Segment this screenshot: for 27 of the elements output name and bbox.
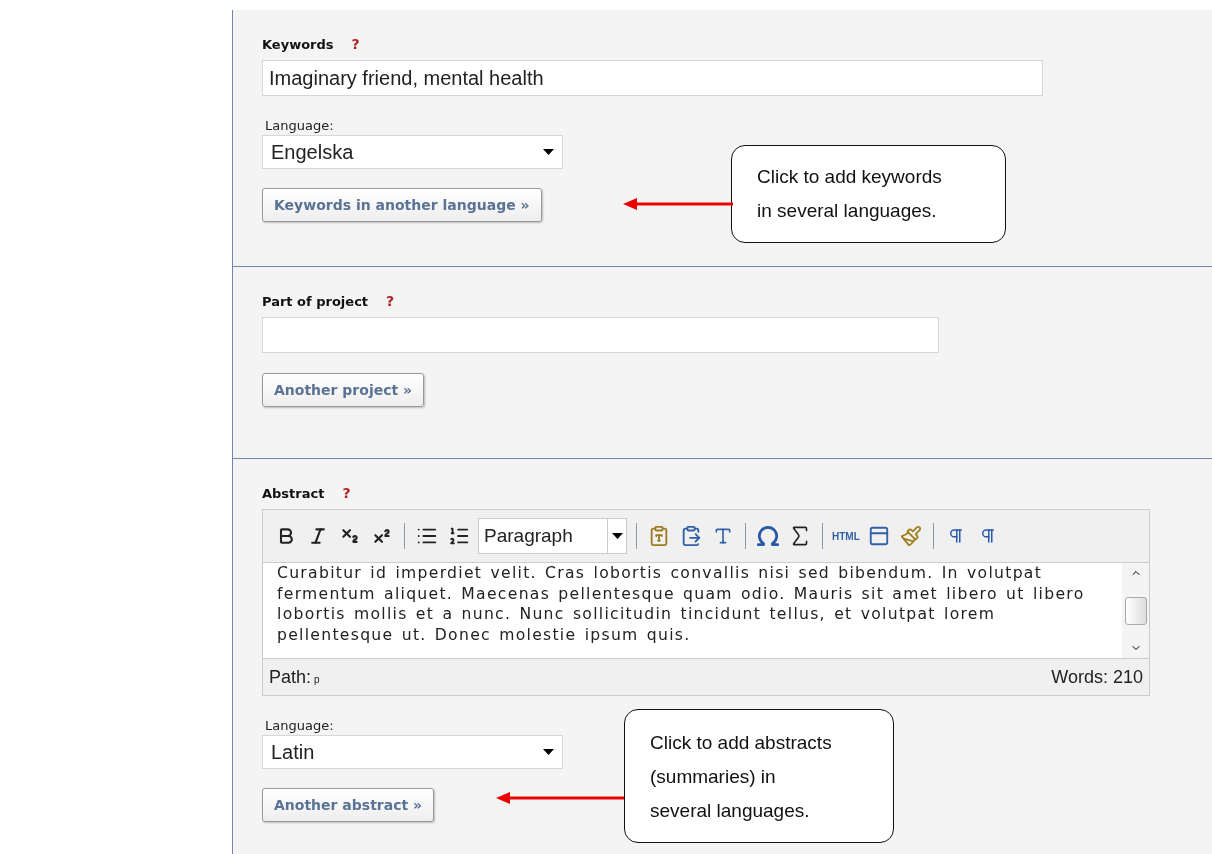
word-count: Words: 210 (1051, 666, 1143, 688)
field-label: Part of project (262, 293, 369, 309)
help-link[interactable]: ? (386, 293, 395, 309)
scroll-thumb[interactable] (1124, 596, 1147, 625)
format-select[interactable]: Paragraph (478, 518, 627, 554)
html-button[interactable]: HTML (832, 530, 860, 542)
omega-icon[interactable] (755, 523, 781, 549)
language-label: Language: (265, 718, 334, 733)
language-label: Language: (265, 118, 334, 133)
add-button[interactable]: Another abstract » (262, 788, 435, 822)
scrollbar[interactable] (1122, 563, 1149, 658)
path-label: Path: p (269, 666, 320, 688)
help-link[interactable]: ? (342, 485, 351, 501)
text-field[interactable]: Imaginary friend, mental health (262, 60, 1043, 96)
caret-icon (543, 149, 554, 155)
caret-icon (543, 749, 554, 755)
language-select[interactable]: Engelska (262, 135, 563, 169)
callout-note: Click to add keywords in several languages. (731, 145, 1006, 243)
text-field[interactable] (262, 317, 939, 353)
field-label: Keywords (262, 36, 334, 52)
caret-icon (611, 533, 623, 539)
language-select[interactable]: Latin (262, 735, 563, 769)
field-label: Abstract (262, 485, 325, 501)
callout-note: Click to add abstracts (summaries) in several languages. (624, 709, 894, 843)
help-link[interactable]: ? (351, 36, 360, 52)
add-button[interactable]: Keywords in another language » (262, 188, 542, 222)
add-button[interactable]: Another project » (262, 373, 425, 407)
